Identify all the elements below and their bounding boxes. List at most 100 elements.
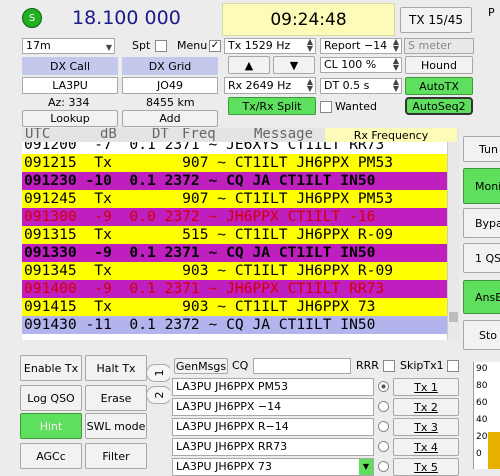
spt-checkbox[interactable] <box>155 40 167 52</box>
s-meter-field: S meter <box>404 38 474 54</box>
agcc-button[interactable]: AGCc <box>20 443 82 469</box>
rrr-label: RRR <box>356 359 379 372</box>
autotx-button[interactable]: AutoTX <box>405 77 473 95</box>
hint-button[interactable]: Hint <box>20 413 82 439</box>
band-select[interactable]: 17m ▼ <box>22 38 115 54</box>
tx1-button[interactable]: Tx 1 <box>393 378 459 396</box>
tab-2[interactable]: 2 <box>146 386 172 404</box>
skiptx1-label: SkipTx1 <box>400 359 444 372</box>
azimuth-label: Az: 334 <box>48 96 90 109</box>
decode-list[interactable]: 091200 -7 0.1 2371 ~ JE6XYS CT1ILT RR73 0… <box>22 142 459 340</box>
tx3-button[interactable]: Tx 3 <box>393 418 459 436</box>
header-db: dB <box>100 128 117 142</box>
decode-row[interactable]: 091415 Tx 903 ~ CT1ILT JH6PPX 73 <box>22 298 459 316</box>
decode-row[interactable]: 091245 Tx 907 ~ CT1ILT JH6PPX PM53 <box>22 190 459 208</box>
spin-arrows-icon: ▲ ▼ <box>392 78 399 93</box>
tx2-button-label: Tx 2 <box>414 400 438 414</box>
spin-arrows-icon: ▲ ▼ <box>306 77 313 93</box>
skiptx1-checkbox[interactable] <box>447 360 459 372</box>
tx5-message-select[interactable]: LA3PU JH6PPX 73 ▼ <box>172 458 374 476</box>
meter-tick-label: 60 <box>476 398 488 408</box>
tx4-radio[interactable] <box>378 441 389 452</box>
enable-tx-button[interactable]: Enable Tx <box>20 355 82 381</box>
decode-scrollbar[interactable] <box>447 142 459 340</box>
decode-row[interactable]: 091345 Tx 903 ~ CT1ILT JH6PPX R-09 <box>22 262 459 280</box>
erase-button[interactable]: Erase <box>85 385 147 411</box>
rx-frequency-label: Rx Frequency <box>325 128 457 142</box>
monitor-button[interactable]: Moni <box>463 168 500 204</box>
status-icon: S <box>22 8 42 28</box>
dx-call-label: DX Call <box>22 57 118 75</box>
add-button[interactable]: Add <box>122 110 218 127</box>
tx4-button-label: Tx 4 <box>414 440 438 454</box>
cl-spinbox[interactable]: CL 100 % ▲ ▼ <box>320 57 402 73</box>
decode-row[interactable]: 091215 Tx 907 ~ CT1ILT JH6PPX PM53 <box>22 154 459 172</box>
report-value: Report −14 <box>324 39 388 52</box>
tx1-radio[interactable] <box>378 381 389 392</box>
signal-meter-level <box>488 431 500 469</box>
genmsgs-button[interactable]: GenMsgs <box>174 358 228 374</box>
tx5-radio[interactable] <box>378 461 389 472</box>
scrollbar-thumb[interactable] <box>449 312 458 322</box>
report-spinbox[interactable]: Report −14 ▲ ▼ <box>320 38 402 54</box>
tab-1[interactable]: 1 <box>146 364 172 382</box>
chevron-down-icon: ▼ <box>359 459 373 475</box>
status-icon-label: S <box>28 12 36 24</box>
tx4-message-input[interactable]: LA3PU JH6PPX RR73 <box>172 438 374 456</box>
cq-input[interactable] <box>253 358 351 374</box>
rrr-checkbox[interactable] <box>383 360 395 372</box>
answer-button[interactable]: AnsE <box>463 280 500 314</box>
tab-2-label: 2 <box>152 391 166 399</box>
log-qso-button[interactable]: Log QSO <box>20 385 82 411</box>
tx2-button[interactable]: Tx 2 <box>393 398 459 416</box>
spin-arrows-icon: ▲ ▼ <box>306 38 313 53</box>
spt-label: Spt <box>132 39 151 52</box>
tx-rx-split-button[interactable]: Tx/Rx Split <box>228 97 316 115</box>
header-message: Message <box>254 128 314 142</box>
distance-label: 8455 km <box>146 96 195 109</box>
tx3-radio[interactable] <box>378 421 389 432</box>
header-freq: Freq <box>182 128 216 142</box>
menu-checkbox[interactable]: ✓ <box>209 40 221 52</box>
meter-tick-label: 90 <box>476 364 488 374</box>
arrow-up-icon: ▲ <box>244 58 254 72</box>
spin-arrows-icon: ▲ ▼ <box>392 38 399 53</box>
tx-freq-value: Tx 1529 Hz <box>228 39 291 52</box>
bypass-button[interactable]: Bypa <box>463 208 500 238</box>
dt-value: DT 0.5 s <box>324 79 370 92</box>
dx-call-input[interactable]: LA3PU <box>22 77 118 94</box>
decode-row[interactable]: 091330 -9 0.1 2371 ~ CQ JA CT1ILT IN50 <box>22 244 459 262</box>
stop-button[interactable]: Sto <box>463 320 500 350</box>
decode-row[interactable]: 091400 -9 0.1 2371 ~ JH6PPX CT1ILT RR73 <box>22 280 459 298</box>
down-arrow-button[interactable]: ▼ <box>273 56 315 74</box>
autoseq-button[interactable]: AutoSeq2 <box>405 97 473 115</box>
meter-tick-label: 80 <box>476 381 488 391</box>
decode-row[interactable]: 091300 -9 0.0 2372 ~ JH6PPX CT1ILT -16 <box>22 208 459 226</box>
tx2-radio[interactable] <box>378 401 389 412</box>
up-arrow-button[interactable]: ▲ <box>228 56 270 74</box>
tx-freq-spinbox[interactable]: Tx 1529 Hz ▲ ▼ <box>224 38 316 54</box>
tx-period-button[interactable]: TX 15/45 <box>400 7 472 33</box>
filter-button[interactable]: Filter <box>85 443 147 469</box>
tx3-message-input[interactable]: LA3PU JH6PPX R−14 <box>172 418 374 436</box>
tx2-message-input[interactable]: LA3PU JH6PPX −14 <box>172 398 374 416</box>
meter-tick-label: 20 <box>476 432 488 442</box>
tune-button[interactable]: Tun <box>463 136 500 162</box>
decode-row[interactable]: 091200 -7 0.1 2371 ~ JE6XYS CT1ILT RR73 <box>22 142 459 154</box>
wanted-checkbox[interactable] <box>320 101 332 113</box>
tx5-button[interactable]: Tx 5 <box>393 458 459 476</box>
swl-mode-button[interactable]: SWL mode <box>85 413 147 439</box>
halt-tx-button[interactable]: Halt Tx <box>85 355 147 381</box>
decode-row[interactable]: 091230 -10 0.1 2372 ~ CQ JA CT1ILT IN50 <box>22 172 459 190</box>
decode-row[interactable]: 091315 Tx 515 ~ CT1ILT JH6PPX R-09 <box>22 226 459 244</box>
decode-row[interactable]: 091430 -11 0.1 2372 ~ CQ JA CT1ILT IN50 <box>22 316 459 334</box>
hound-button[interactable]: Hound <box>405 56 473 74</box>
dx-grid-label: DX Grid <box>122 57 218 75</box>
one-qso-button[interactable]: 1 QS <box>463 243 500 273</box>
rx-freq-spinbox[interactable]: Rx 2649 Hz ▲ ▼ <box>224 77 316 94</box>
dx-grid-input[interactable]: JO49 <box>122 77 218 94</box>
tx4-button[interactable]: Tx 4 <box>393 438 459 456</box>
dt-spinbox[interactable]: DT 0.5 s ▲ ▼ <box>320 78 402 94</box>
lookup-button[interactable]: Lookup <box>22 110 118 127</box>
tx1-message-input[interactable]: LA3PU JH6PPX PM53 <box>172 378 374 396</box>
